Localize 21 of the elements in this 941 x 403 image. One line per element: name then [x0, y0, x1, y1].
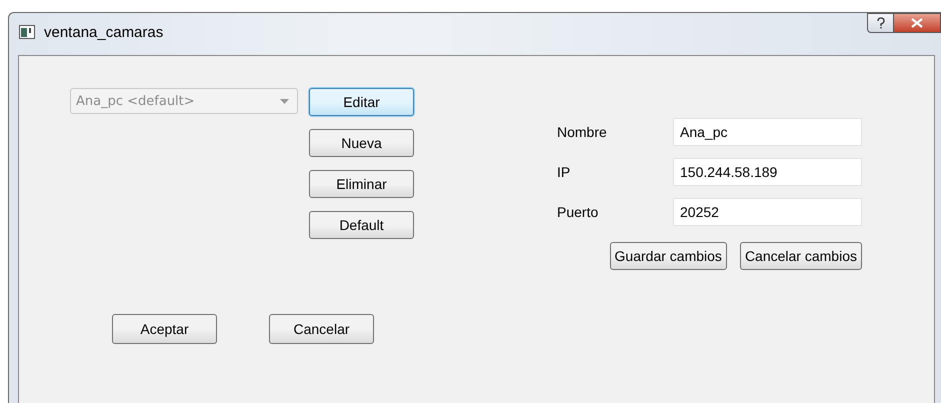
- camera-action-button[interactable]: Eliminar: [309, 170, 414, 198]
- close-icon: [911, 18, 923, 28]
- close-button[interactable]: [894, 13, 941, 33]
- camera-action-button[interactable]: Default: [309, 211, 414, 239]
- question-mark-icon: [876, 17, 886, 29]
- camera-action-button[interactable]: Nueva: [309, 129, 414, 157]
- field-label: Puerto: [557, 204, 600, 220]
- input-field[interactable]: Ana_pc: [673, 118, 862, 146]
- input-field[interactable]: 20252: [673, 198, 862, 226]
- input-field[interactable]: 150.244.58.189: [673, 158, 862, 186]
- dialog-button[interactable]: Aceptar: [112, 314, 217, 344]
- form-button[interactable]: Guardar cambios: [610, 242, 727, 270]
- dialog-button[interactable]: Cancelar: [269, 314, 374, 344]
- window-app-icon: [19, 25, 35, 39]
- window-title: ventana_camaras: [44, 24, 164, 41]
- field-label: IP: [557, 164, 572, 180]
- form-button[interactable]: Cancelar cambios: [740, 242, 862, 270]
- dropdown-arrow-icon: [280, 98, 289, 104]
- help-button[interactable]: [867, 13, 894, 33]
- field-label: Nombre: [557, 124, 608, 140]
- camera-action-button[interactable]: Editar: [309, 88, 414, 116]
